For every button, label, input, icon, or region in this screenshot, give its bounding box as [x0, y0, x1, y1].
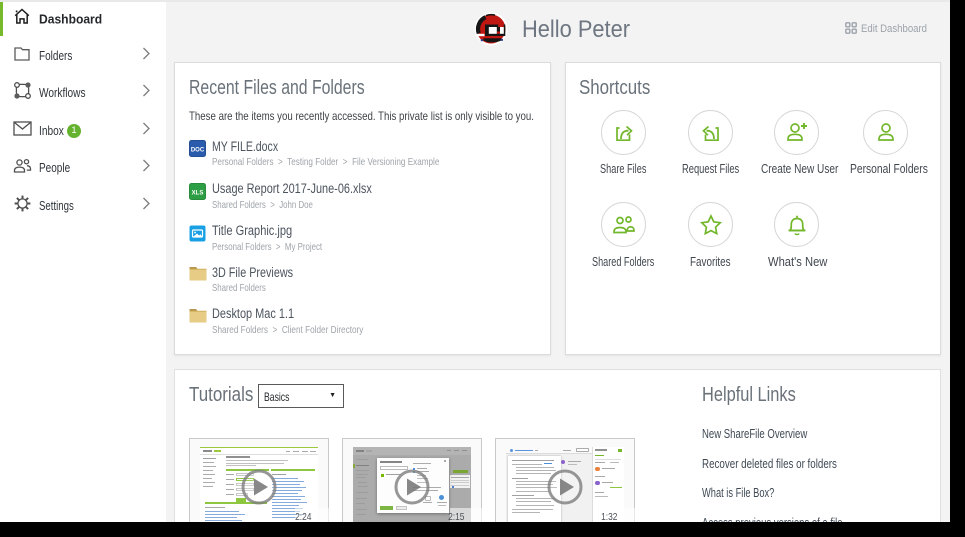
- svg-text:DOC: DOC: [191, 148, 205, 154]
- svg-text:XLS: XLS: [192, 190, 204, 196]
